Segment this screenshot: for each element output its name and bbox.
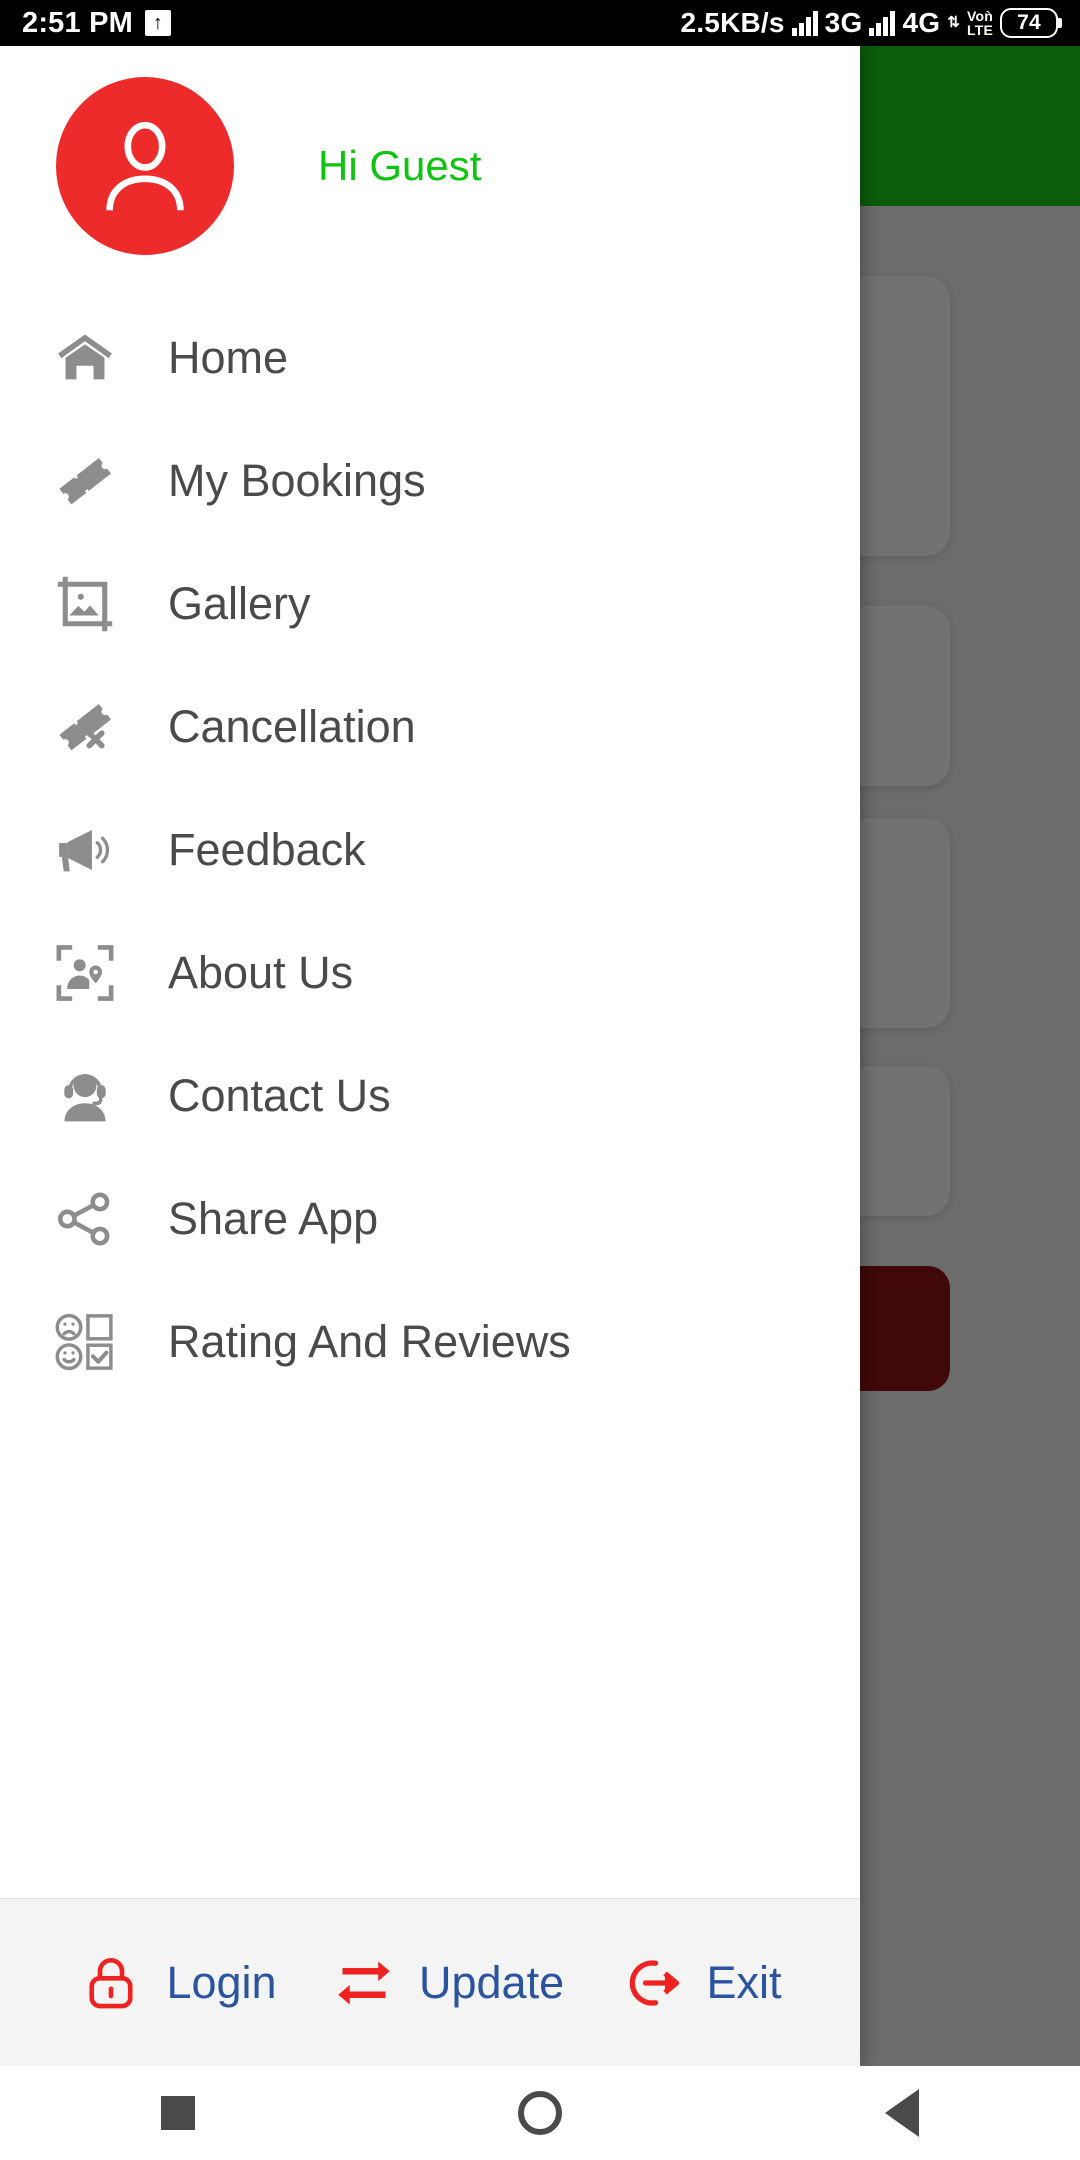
circle-home-icon[interactable] <box>517 2091 562 2135</box>
signal-bars-sim1-icon <box>791 10 818 36</box>
menu-item-cancellation[interactable]: Cancellation <box>0 665 860 788</box>
menu-item-my-bookings[interactable]: My Bookings <box>0 419 860 542</box>
network-type-sim2: 4G <box>902 7 941 38</box>
ticket-cancel-icon <box>48 690 122 764</box>
drawer-action-bar: Login Update Exit <box>0 1898 860 2066</box>
swap-arrows-icon <box>331 1950 397 2016</box>
volte-top: Voǹ <box>966 7 993 24</box>
menu-item-label: Gallery <box>168 577 311 629</box>
avatar[interactable] <box>56 77 234 255</box>
status-time: 2:51 PM <box>22 6 133 39</box>
status-bar-left: 2:51 PM ↑ <box>22 7 171 40</box>
phone-screen: ⇅ 2:51 PM ↑ 2.5KB/s 3G 4G ⇅ Voǹ LTE 74 <box>0 0 1080 2160</box>
home-icon <box>48 321 122 395</box>
update-label: Update <box>418 1956 565 2008</box>
drawer-menu: Home My Bookings Gallery Cancellation Fe… <box>0 286 860 1898</box>
status-bar: 2:51 PM ↑ 2.5KB/s 3G 4G ⇅ Voǹ LTE 74 <box>0 0 1080 46</box>
person-avatar-icon <box>106 121 184 211</box>
menu-item-contact-us[interactable]: Contact Us <box>0 1034 860 1157</box>
login-button[interactable]: Login <box>78 1950 277 2016</box>
login-label: Login <box>166 1956 277 2008</box>
menu-item-label: Home <box>168 331 289 383</box>
person-location-frame-icon <box>48 936 122 1010</box>
greeting-text: Hi Guest <box>318 142 482 189</box>
rating-faces-checkbox-icon <box>48 1305 122 1379</box>
square-recents-icon[interactable] <box>161 2096 196 2130</box>
menu-item-label: Share App <box>168 1192 379 1244</box>
navigation-drawer: Hi Guest Home My Bookings Gallery Cancel… <box>0 46 860 2066</box>
data-rate-label: 2.5KB/s <box>680 7 785 38</box>
menu-item-home[interactable]: Home <box>0 296 860 419</box>
menu-item-label: Feedback <box>168 823 366 875</box>
status-bar-right: 2.5KB/s 3G 4G ⇅ Voǹ LTE 74 <box>681 7 1058 39</box>
drawer-profile-header[interactable]: Hi Guest <box>0 46 860 286</box>
menu-item-about-us[interactable]: About Us <box>0 911 860 1034</box>
exit-arrow-icon <box>619 1950 685 2016</box>
upload-arrow-icon: ↑ <box>145 10 171 36</box>
megaphone-icon <box>48 813 122 887</box>
image-crop-icon <box>48 567 122 641</box>
menu-item-label: Contact Us <box>168 1069 391 1121</box>
triangle-back-icon[interactable] <box>884 2089 919 2137</box>
headset-support-icon <box>48 1059 122 1133</box>
menu-item-rating-and-reviews[interactable]: Rating And Reviews <box>0 1280 860 1403</box>
menu-item-label: Cancellation <box>168 700 416 752</box>
android-navigation-bar <box>0 2066 1080 2160</box>
menu-item-label: My Bookings <box>168 454 426 506</box>
network-type-sim1: 3G <box>824 7 863 38</box>
volte-icon: Voǹ LTE <box>966 7 993 38</box>
exit-button[interactable]: Exit <box>619 1950 782 2016</box>
exit-label: Exit <box>706 1956 782 2008</box>
battery-indicator: 74 <box>1000 8 1058 38</box>
ticket-icon <box>48 444 122 518</box>
menu-item-label: About Us <box>168 946 354 998</box>
menu-item-label: Rating And Reviews <box>168 1315 571 1367</box>
lock-icon <box>78 1950 144 2016</box>
menu-item-share-app[interactable]: Share App <box>0 1157 860 1280</box>
menu-item-gallery[interactable]: Gallery <box>0 542 860 665</box>
data-transfer-icon: ⇅ <box>947 14 960 31</box>
share-nodes-icon <box>48 1182 122 1256</box>
volte-bottom: LTE <box>966 22 993 38</box>
menu-item-feedback[interactable]: Feedback <box>0 788 860 911</box>
update-button[interactable]: Update <box>331 1950 564 2016</box>
signal-bars-sim2-icon <box>869 10 896 36</box>
